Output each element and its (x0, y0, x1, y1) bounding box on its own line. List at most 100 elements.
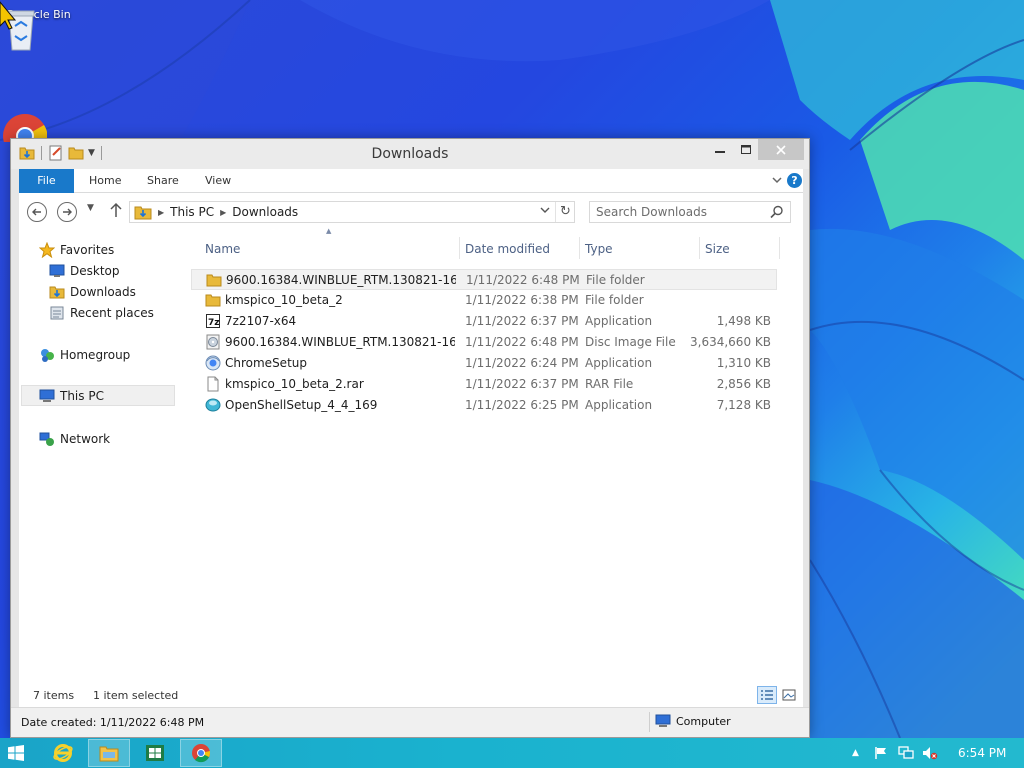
details-view-button[interactable] (757, 686, 777, 704)
column-header-type[interactable]: Type (585, 237, 613, 261)
search-icon[interactable] (770, 205, 784, 219)
file-name: kmspico_10_beta_2.rar (225, 377, 364, 391)
address-dropdown-chevron-icon[interactable] (540, 205, 550, 218)
refresh-icon[interactable]: ↻ (555, 202, 575, 222)
column-header-date-modified[interactable]: Date modified (465, 237, 550, 261)
file-date: 1/11/2022 6:48 PM (466, 273, 580, 287)
taskbar-chrome[interactable] (180, 739, 222, 767)
close-icon (776, 144, 786, 155)
back-button[interactable] (27, 202, 47, 222)
expand-ribbon-chevron-icon[interactable] (771, 174, 783, 186)
close-button[interactable] (758, 139, 804, 160)
breadcrumb-separator-icon: ▶ (220, 207, 227, 217)
nav-downloads[interactable]: Downloads (49, 281, 136, 302)
action-center-flag-icon[interactable] (874, 746, 888, 760)
breadcrumb-downloads[interactable]: Downloads (232, 205, 298, 219)
nav-downloads-label: Downloads (70, 284, 136, 299)
ribbon-tabs: File Home Share View ? (19, 169, 803, 193)
file-date: 1/11/2022 6:24 PM (465, 356, 579, 370)
large-icons-view-button[interactable] (779, 686, 799, 704)
file-row[interactable]: OpenShellSetup_4_4_169 1/11/2022 6:25 PM… (191, 395, 777, 416)
window-title: Downloads (371, 146, 449, 162)
homegroup-icon (41, 348, 54, 362)
content-area: Favorites Desktop Downloads Recent place… (19, 227, 803, 683)
search-input[interactable] (596, 205, 766, 219)
nav-homegroup[interactable]: Homegroup (39, 344, 130, 365)
windows-start-icon[interactable] (8, 745, 24, 761)
file-row[interactable]: 9600.16384.WINBLUE_RTM.130821-1623_... 1… (191, 332, 777, 353)
file-size: 7,128 KB (716, 398, 771, 412)
taskbar: ▲ 6:54 PM (0, 738, 1024, 768)
details-bar: Date created: 1/11/2022 6:48 PM Computer (11, 707, 809, 737)
up-arrow-icon[interactable] (109, 202, 123, 218)
file-size: 1,498 KB (716, 314, 771, 328)
file-name: 9600.16384.WINBLUE_RTM.130821-1623_... (225, 335, 455, 349)
file-row[interactable]: kmspico_10_beta_2.rar 1/11/2022 6:37 PM … (191, 374, 777, 395)
file-type: Application (585, 356, 653, 370)
star-icon (39, 241, 55, 258)
maximize-icon (741, 144, 751, 154)
help-icon[interactable]: ? (787, 173, 802, 188)
location-label: Computer (676, 714, 731, 728)
nav-desktop-label: Desktop (70, 263, 120, 278)
tab-home[interactable]: Home (89, 169, 121, 193)
computer-icon (655, 714, 671, 727)
item-count: 7 items (33, 689, 75, 702)
network-status-icon[interactable] (898, 746, 914, 760)
navigation-bar: ▼ ▶ This PC ▶ Downloads ↻ (19, 193, 803, 231)
file-row[interactable]: 9600.16384.WINBLUE_RTM.130821-1623_... 1… (191, 269, 777, 290)
file-row[interactable]: 7z 7z2107-x64 1/11/2022 6:37 PM Applicat… (191, 311, 777, 332)
breadcrumb-separator-icon: ▶ (158, 207, 165, 217)
nav-favorites[interactable]: Favorites (39, 239, 114, 260)
openshell-icon (205, 398, 221, 412)
nav-recent-places[interactable]: Recent places (49, 302, 154, 323)
date-created: Date created: 1/11/2022 6:48 PM (21, 716, 205, 729)
taskbar-internet-explorer[interactable] (42, 739, 84, 767)
nav-recent-places-label: Recent places (70, 305, 154, 320)
navigation-pane: Favorites Desktop Downloads Recent place… (19, 231, 179, 683)
show-hidden-icons-chevron-icon[interactable]: ▲ (852, 748, 859, 758)
location-computer: Computer (655, 714, 731, 728)
tab-view[interactable]: View (205, 169, 231, 193)
file-list: Name ▲ Date modified Type Size 9600.1638… (191, 227, 799, 683)
excel-icon (146, 745, 164, 761)
file-name: kmspico_10_beta_2 (225, 293, 343, 307)
desktop-icon (49, 264, 65, 277)
file-size: 1,310 KB (716, 356, 771, 370)
file-type: Disc Image File (585, 335, 676, 349)
nav-desktop[interactable]: Desktop (49, 260, 120, 281)
column-header-size[interactable]: Size (705, 237, 730, 261)
nav-network[interactable]: Network (39, 428, 110, 449)
recent-locations-chevron-icon[interactable]: ▼ (87, 203, 94, 213)
large-icons-view-icon (782, 689, 796, 701)
taskbar-file-explorer[interactable] (88, 739, 130, 767)
file-date: 1/11/2022 6:37 PM (465, 314, 579, 328)
nav-homegroup-label: Homegroup (60, 347, 131, 362)
maximize-button[interactable] (732, 139, 760, 160)
tab-share[interactable]: Share (147, 169, 179, 193)
file-row[interactable]: kmspico_10_beta_2 1/11/2022 6:38 PM File… (191, 290, 777, 311)
file-type: File folder (586, 273, 645, 287)
column-header-name[interactable]: Name (205, 237, 240, 261)
volume-muted-icon[interactable] (922, 746, 938, 760)
tab-file[interactable]: File (19, 169, 74, 193)
file-row[interactable]: ChromeSetup 1/11/2022 6:24 PM Applicatio… (191, 353, 777, 374)
downloads-icon (49, 286, 65, 298)
nav-this-pc[interactable]: This PC (21, 385, 175, 406)
explorer-window: ▼ Downloads File Home Share View ? ▼ ▶ T… (10, 138, 810, 738)
forward-button[interactable] (57, 202, 77, 222)
taskbar-clock[interactable]: 6:54 PM (958, 746, 1006, 760)
file-type: Application (585, 314, 653, 328)
address-bar[interactable]: ▶ This PC ▶ Downloads ↻ (129, 201, 575, 223)
title-bar[interactable]: ▼ Downloads (11, 139, 809, 169)
search-box[interactable] (589, 201, 791, 223)
nav-favorites-label: Favorites (60, 242, 115, 257)
breadcrumb-this-pc[interactable]: This PC (170, 205, 214, 219)
disc-image-icon (206, 334, 220, 350)
svg-text:7z: 7z (208, 318, 220, 328)
file-date: 1/11/2022 6:25 PM (465, 398, 579, 412)
computer-icon (39, 389, 55, 402)
minimize-button[interactable] (706, 139, 734, 160)
network-icon (39, 432, 54, 446)
taskbar-excel[interactable] (134, 739, 176, 767)
